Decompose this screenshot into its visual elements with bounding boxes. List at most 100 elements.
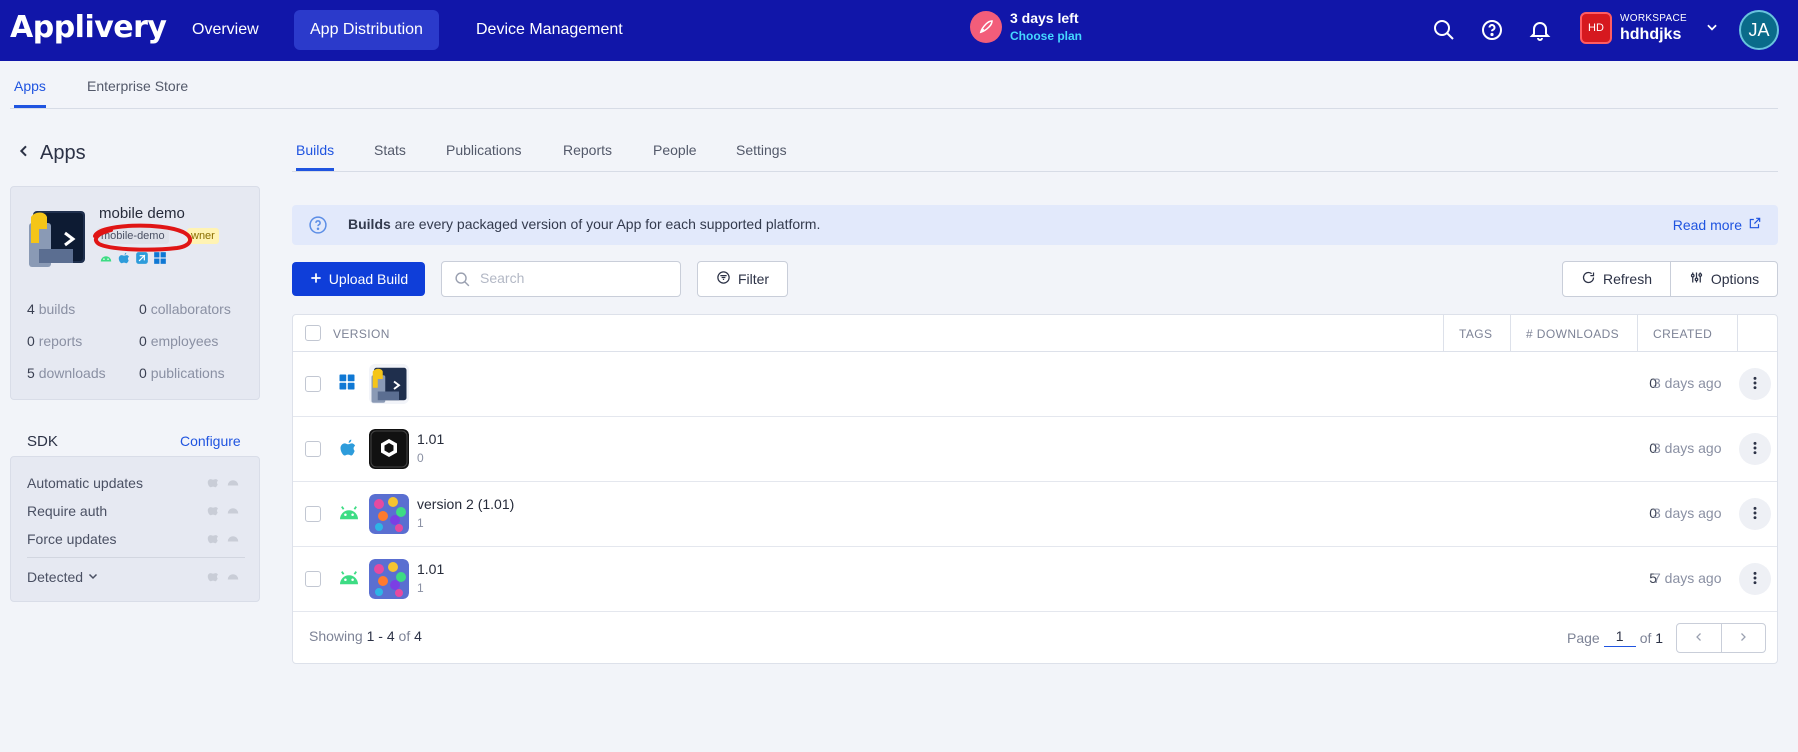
- header-created[interactable]: CREATED: [1653, 327, 1712, 341]
- options-button[interactable]: Options: [1670, 261, 1778, 297]
- windows-icon: [153, 251, 167, 268]
- nav-device-management[interactable]: Device Management: [460, 10, 639, 50]
- build-version: 1.01: [417, 561, 445, 577]
- apple-icon: [206, 475, 220, 492]
- stat-builds: 4 builds: [27, 301, 76, 317]
- search-icon: [454, 271, 471, 291]
- table-header: VERSION TAGS # DOWNLOADS CREATED: [293, 315, 1777, 352]
- tab-publications[interactable]: Publications: [446, 132, 522, 171]
- row-more-menu[interactable]: [1739, 498, 1771, 530]
- tab-people[interactable]: People: [653, 132, 697, 171]
- section-tabs: Apps Enterprise Store: [10, 61, 1778, 109]
- tab-builds[interactable]: Builds: [296, 132, 335, 171]
- search-icon[interactable]: [1432, 18, 1456, 42]
- row-more-menu[interactable]: [1739, 563, 1771, 595]
- pagination-buttons: [1676, 623, 1766, 653]
- header-version[interactable]: VERSION: [333, 327, 390, 341]
- refresh-button[interactable]: Refresh: [1562, 261, 1671, 297]
- refresh-icon: [1581, 270, 1596, 288]
- column-divider: [1443, 315, 1444, 352]
- filter-button[interactable]: Filter: [697, 261, 788, 297]
- external-link-icon: [1748, 216, 1762, 233]
- column-divider: [1737, 315, 1738, 352]
- plus-icon: [309, 271, 323, 288]
- row-checkbox[interactable]: [305, 571, 321, 587]
- choose-plan-link[interactable]: Choose plan: [1010, 29, 1082, 43]
- sdk-detected-platforms: [206, 569, 240, 586]
- next-page-button[interactable]: [1720, 624, 1765, 652]
- row-checkbox[interactable]: [305, 441, 321, 457]
- nav-app-distribution[interactable]: App Distribution: [294, 10, 439, 50]
- build-version: version 2 (1.01): [417, 496, 515, 512]
- apple-icon: [338, 438, 358, 461]
- sdk-settings-card: Automatic updates Require auth Force upd…: [10, 456, 260, 602]
- chevron-right-icon: [1737, 630, 1749, 646]
- help-icon[interactable]: [1480, 18, 1504, 42]
- tab-apps[interactable]: Apps: [14, 61, 46, 108]
- app-summary-card: mobile demo mobile-demo wner 4 builds 0 …: [10, 186, 260, 400]
- trial-days-left: 3 days left: [1010, 10, 1079, 26]
- android-icon: [338, 568, 360, 589]
- build-created: 3 days ago: [1653, 375, 1722, 391]
- stat-collaborators: 0 collaborators: [139, 301, 231, 317]
- build-created: 3 days ago: [1653, 505, 1722, 521]
- sdk-detected-toggle[interactable]: Detected: [27, 569, 99, 585]
- rocket-icon: [970, 10, 1002, 43]
- info-text: Builds are every packaged version of you…: [348, 216, 821, 232]
- workspace-badge: HD: [1580, 12, 1612, 44]
- app-icon[interactable]: [25, 205, 89, 269]
- upload-build-button[interactable]: Upload Build: [292, 262, 425, 296]
- previous-page-button[interactable]: [1677, 624, 1721, 652]
- apple-icon: [206, 569, 220, 586]
- build-thumbnail: [369, 364, 409, 404]
- pagination-summary: Showing 1 - 4 of 4: [309, 628, 422, 644]
- sdk-configure-link[interactable]: Configure: [180, 433, 241, 449]
- row-checkbox[interactable]: [305, 506, 321, 522]
- table-row[interactable]: 1.01 0 0 3 days ago: [293, 417, 1777, 482]
- android-icon: [338, 503, 360, 524]
- kebab-icon: [1747, 505, 1763, 524]
- top-navigation-bar: Applivery Overview App Distribution Devi…: [0, 0, 1798, 61]
- tab-reports[interactable]: Reports: [563, 132, 612, 171]
- stat-employees: 0 employees: [139, 333, 219, 349]
- kebab-icon: [1747, 375, 1763, 394]
- workspace-name: hdhdjks: [1620, 25, 1682, 43]
- android-icon: [226, 503, 240, 520]
- search-input[interactable]: [480, 270, 670, 286]
- workspace-label: WORKSPACE: [1620, 12, 1687, 24]
- build-created: 7 days ago: [1653, 570, 1722, 586]
- sdk-force-updates-platforms: [206, 531, 240, 548]
- sdk-require-auth-platforms: [206, 503, 240, 520]
- row-checkbox[interactable]: [305, 376, 321, 392]
- trial-banner[interactable]: 3 days left Choose plan: [970, 10, 1082, 43]
- detected-label: Detected: [27, 569, 84, 585]
- applivery-logo[interactable]: Applivery: [10, 10, 167, 45]
- table-row[interactable]: 0 3 days ago: [293, 352, 1777, 417]
- row-more-menu[interactable]: [1739, 433, 1771, 465]
- back-to-apps[interactable]: Apps: [16, 142, 86, 165]
- build-code: 1: [417, 516, 424, 530]
- windows-icon: [338, 373, 356, 394]
- header-downloads[interactable]: # DOWNLOADS: [1526, 327, 1619, 341]
- tab-settings[interactable]: Settings: [736, 132, 787, 171]
- stat-publications: 0 publications: [139, 365, 225, 381]
- divider: [27, 557, 245, 558]
- page-number-input[interactable]: 1: [1603, 628, 1636, 647]
- user-avatar[interactable]: JA: [1739, 10, 1779, 50]
- build-version: 1.01: [417, 431, 445, 447]
- tab-enterprise-store[interactable]: Enterprise Store: [87, 61, 188, 108]
- help-circle-icon: [308, 215, 328, 238]
- read-more-link[interactable]: Read more: [1673, 216, 1762, 233]
- tab-stats[interactable]: Stats: [374, 132, 406, 171]
- header-tags[interactable]: TAGS: [1459, 327, 1492, 341]
- chevron-down-icon: [87, 569, 99, 585]
- select-all-checkbox[interactable]: [305, 325, 321, 341]
- xcode-icon: [135, 251, 149, 268]
- bell-icon[interactable]: [1528, 18, 1552, 42]
- row-more-menu[interactable]: [1739, 368, 1771, 400]
- nav-overview[interactable]: Overview: [176, 10, 275, 50]
- table-row[interactable]: version 2 (1.01) 1 0 3 days ago: [293, 482, 1777, 547]
- table-row[interactable]: 1.01 1 5 7 days ago: [293, 547, 1777, 612]
- workspace-switcher[interactable]: HD WORKSPACE hdhdjks: [1580, 12, 1719, 44]
- back-label: Apps: [40, 142, 86, 164]
